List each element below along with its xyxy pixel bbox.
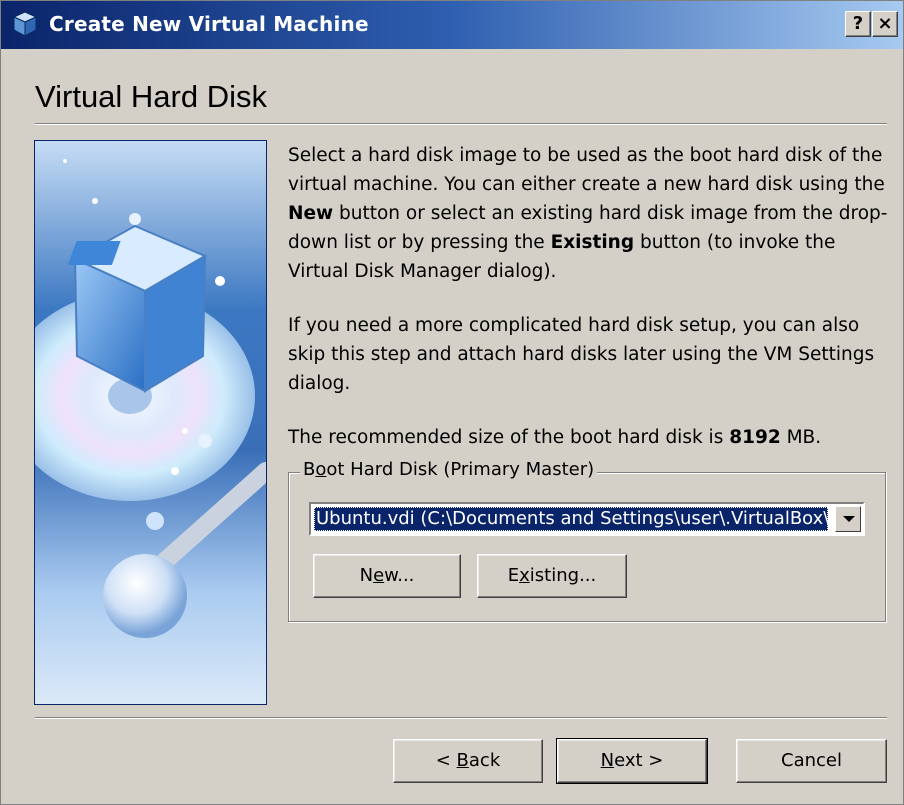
cancel-button[interactable]: Cancel [736,739,887,783]
boot-hard-disk-group-label: Boot Hard Disk (Primary Master) [300,459,598,480]
next-button[interactable]: Next > [556,738,708,784]
description-text: Select a hard disk image to be used as t… [288,141,888,477]
window-title: Create New Virtual Machine [49,12,369,36]
footer-divider [35,717,887,719]
header-divider [35,123,887,125]
virtualbox-artwork-image [35,159,266,638]
recommended-size-value: 8192 [729,427,781,448]
boot-hard-disk-group [288,472,886,622]
virtualbox-logo-icon [12,11,38,37]
boot-hard-disk-selected-value[interactable]: Ubuntu.vdi (C:\Documents and Settings\us… [314,507,828,531]
recommended-size-text: The recommended size of the boot hard di… [288,427,822,448]
chevron-down-icon[interactable] [835,506,861,532]
new-emphasis: New [288,203,334,224]
wizard-window: Create New Virtual Machine ? × Virtual H… [0,0,904,805]
close-button[interactable]: × [872,11,898,37]
help-button[interactable]: ? [845,11,871,37]
wizard-side-image [34,140,267,705]
title-bar[interactable]: Create New Virtual Machine ? × [1,1,903,49]
existing-emphasis: Existing [550,232,635,253]
description-paragraph-1: Select a hard disk image to be used as t… [288,145,888,282]
description-paragraph-2: If you need a more complicated hard disk… [288,315,875,394]
back-button[interactable]: < Back [393,739,543,783]
boot-hard-disk-select[interactable]: Ubuntu.vdi (C:\Documents and Settings\us… [309,502,865,536]
page-title: Virtual Hard Disk [35,79,268,114]
existing-disk-button[interactable]: Existing... [477,554,627,598]
new-disk-button[interactable]: New... [313,554,461,598]
